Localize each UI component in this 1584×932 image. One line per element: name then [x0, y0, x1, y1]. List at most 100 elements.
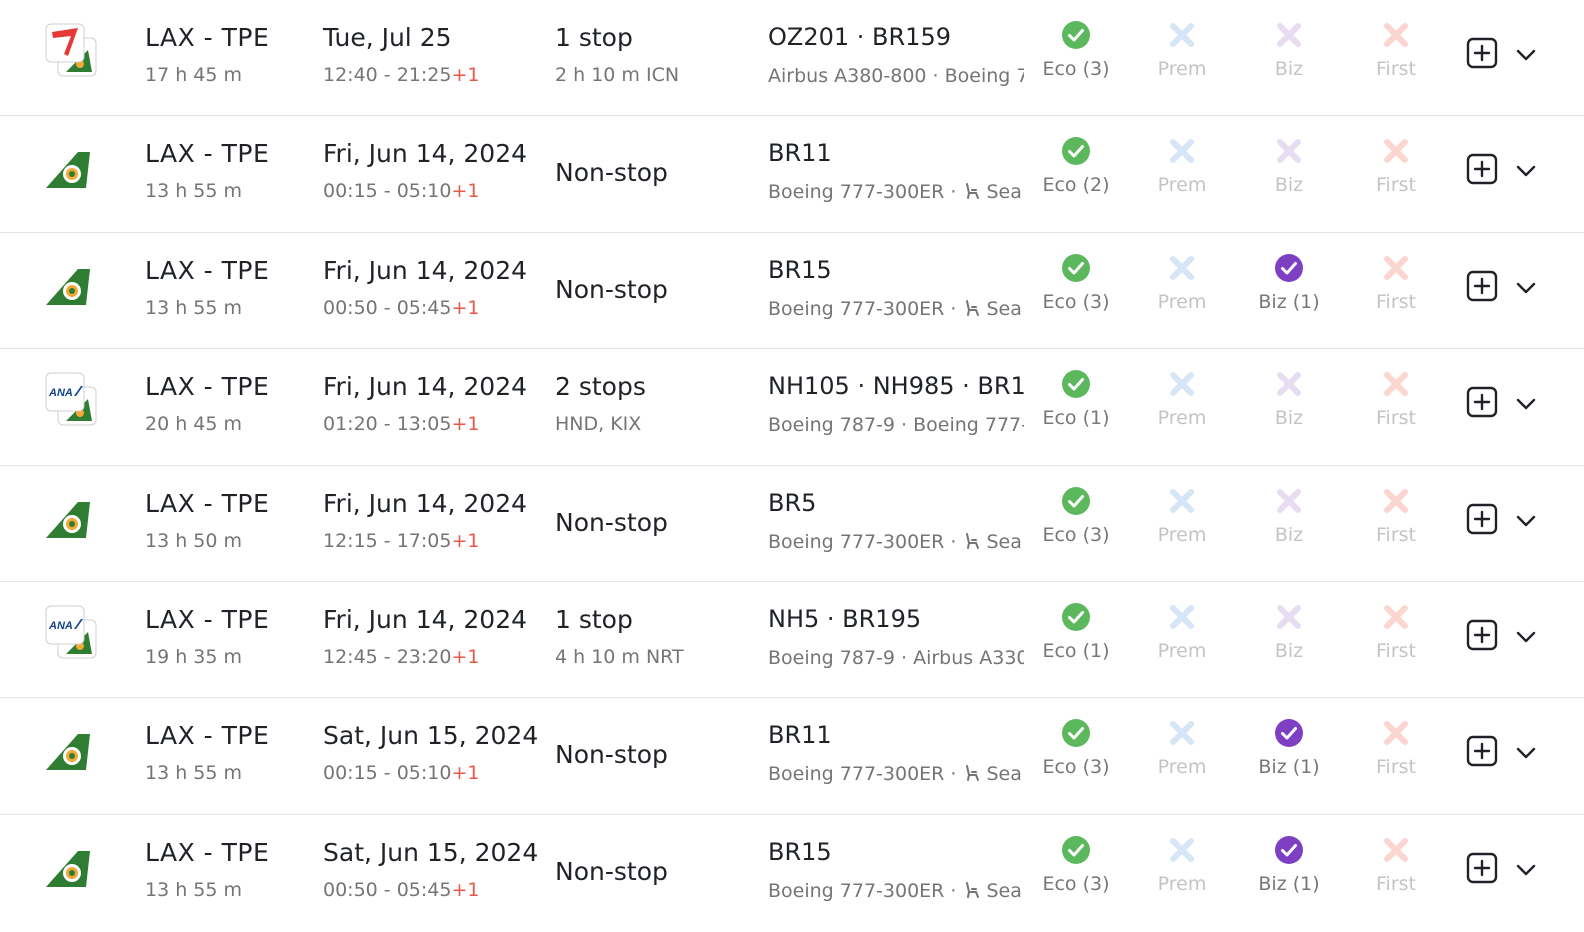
- expand-row-button[interactable]: [1514, 392, 1538, 416]
- cabin-first: First: [1348, 369, 1444, 449]
- departure-arrival-times: 00:50 - 05:45+1: [323, 879, 479, 901]
- plus-square-icon: [1466, 852, 1498, 883]
- airline-logo-eva: [44, 730, 102, 788]
- seat-text: Sea: [986, 297, 1022, 320]
- airline-logo-ana-eva: ANA: [44, 371, 102, 429]
- expand-row-button[interactable]: [1514, 43, 1538, 67]
- add-flight-button[interactable]: [1466, 37, 1498, 69]
- add-flight-button[interactable]: [1466, 270, 1498, 302]
- x-icon: [1170, 139, 1194, 164]
- cabin-label: Biz (1): [1258, 290, 1320, 313]
- aircraft-types: Boeing 777-300ER · Sea: [768, 880, 1022, 902]
- cabin-first: First: [1348, 486, 1444, 566]
- chevron-down-icon: [1516, 49, 1536, 61]
- plus-square-icon: [1466, 386, 1498, 418]
- check-circle-icon: [1062, 719, 1090, 748]
- flight-row[interactable]: LAX - TPE 13 h 55 m Fri, Jun 14, 2024 00…: [0, 233, 1584, 350]
- departure-date: Tue, Jul 25: [323, 23, 452, 52]
- x-icon: [1170, 488, 1194, 513]
- cabin-first: First: [1348, 136, 1444, 216]
- add-flight-button[interactable]: [1466, 153, 1498, 185]
- check-circle-icon: [1062, 835, 1090, 864]
- aircraft-types: Boeing 777-300ER · Sea: [768, 181, 1022, 203]
- cabin-economy[interactable]: Eco (3): [1028, 486, 1124, 566]
- departure-arrival-times: 00:15 - 05:10+1: [323, 180, 479, 202]
- airline-logo-ana-eva: ANA: [44, 604, 102, 662]
- add-flight-button[interactable]: [1466, 619, 1498, 651]
- airline-logo-eva: [44, 148, 102, 206]
- flight-numbers: NH5 · BR195: [768, 604, 922, 633]
- cabin-label: Prem: [1157, 523, 1207, 546]
- expand-row-button[interactable]: [1514, 858, 1538, 882]
- expand-row-button[interactable]: [1514, 625, 1538, 649]
- aircraft-types: Boeing 777-300ER · Sea: [768, 298, 1022, 320]
- cabin-business[interactable]: Biz (1): [1241, 253, 1337, 333]
- flight-row[interactable]: LAX - TPE 13 h 55 m Sat, Jun 15, 2024 00…: [0, 698, 1584, 815]
- total-duration: 13 h 55 m: [145, 878, 243, 901]
- flight-numbers: BR15: [768, 837, 832, 866]
- stops-count: Non-stop: [555, 856, 668, 886]
- chevron-down-icon: [1516, 282, 1536, 293]
- cabin-economy[interactable]: Eco (2): [1028, 136, 1124, 216]
- expand-row-button[interactable]: [1514, 509, 1538, 533]
- flight-row[interactable]: ANA LAX - TPE 19 h 35 m Fri, Jun 14, 202…: [0, 582, 1584, 699]
- add-flight-button[interactable]: [1466, 503, 1498, 535]
- flight-row[interactable]: ANA LAX - TPE 20 h 45 m Fri, Jun 14, 202…: [0, 349, 1584, 466]
- total-duration: 19 h 35 m: [145, 645, 243, 668]
- cabin-label: First: [1376, 639, 1416, 662]
- cabin-label: Eco (3): [1042, 756, 1110, 779]
- expand-row-button[interactable]: [1514, 741, 1538, 765]
- cabin-economy[interactable]: Eco (3): [1028, 253, 1124, 333]
- plus-day-badge: +1: [451, 180, 480, 203]
- expand-row-button[interactable]: [1514, 276, 1538, 300]
- time-range: 12:40 - 21:25: [323, 64, 452, 86]
- cabin-label: First: [1376, 58, 1416, 80]
- seat-icon: [965, 532, 979, 549]
- x-icon: [1384, 23, 1408, 47]
- airline-logo-eva: [44, 498, 102, 556]
- add-flight-button[interactable]: [1466, 735, 1498, 767]
- cabin-economy[interactable]: Eco (3): [1028, 718, 1124, 798]
- cabin-premium: Prem: [1134, 253, 1230, 333]
- flight-details: BR5 Boeing 777-300ER · Sea: [768, 484, 1024, 564]
- expand-row-button[interactable]: [1514, 159, 1538, 183]
- route: LAX - TPE: [145, 255, 270, 285]
- flight-row[interactable]: LAX - TPE 17 h 45 m Tue, Jul 25 12:40 - …: [0, 0, 1584, 117]
- cabin-economy[interactable]: Eco (3): [1028, 835, 1124, 915]
- flight-numbers: BR11: [768, 139, 832, 168]
- cabin-economy[interactable]: Eco (3): [1028, 20, 1124, 100]
- cabin-label: Biz: [1274, 523, 1304, 546]
- aircraft-type: Boeing 777-300ER ·: [768, 879, 957, 902]
- cabin-economy[interactable]: Eco (1): [1028, 602, 1124, 682]
- cabin-business[interactable]: Biz (1): [1241, 835, 1337, 915]
- departure-date: Fri, Jun 14, 2024: [323, 372, 528, 402]
- cabin-label: Prem: [1157, 639, 1207, 662]
- cabin-business[interactable]: Biz (1): [1241, 718, 1337, 798]
- time-range: 00:50 - 05:45: [323, 878, 452, 901]
- stops-count: Non-stop: [555, 507, 668, 537]
- plus-day-badge: +1: [451, 762, 480, 785]
- plus-day-badge: +1: [451, 413, 480, 436]
- flight-details: BR15 Boeing 777-300ER · Sea: [768, 251, 1024, 331]
- cabin-label: Biz (1): [1258, 756, 1320, 779]
- seat-text: Sea: [986, 181, 1022, 204]
- x-icon: [1170, 837, 1194, 862]
- check-circle-icon: [1062, 486, 1090, 515]
- x-icon: [1277, 488, 1301, 513]
- flight-row[interactable]: LAX - TPE 13 h 55 m Sat, Jun 15, 2024 00…: [0, 815, 1584, 931]
- cabin-first: First: [1348, 602, 1444, 682]
- add-flight-button[interactable]: [1466, 852, 1498, 884]
- cabin-label: Eco (3): [1042, 523, 1110, 546]
- total-duration: 20 h 45 m: [145, 413, 243, 436]
- x-icon: [1170, 372, 1194, 397]
- cabin-economy[interactable]: Eco (1): [1028, 369, 1124, 449]
- flight-row[interactable]: LAX - TPE 13 h 55 m Fri, Jun 14, 2024 00…: [0, 116, 1584, 233]
- aircraft-types: Boeing 787-9 · Boeing 777-300ER: [768, 414, 1024, 437]
- route: LAX - TPE: [145, 488, 270, 518]
- flight-row[interactable]: LAX - TPE 13 h 50 m Fri, Jun 14, 2024 12…: [0, 466, 1584, 582]
- add-flight-button[interactable]: [1466, 386, 1498, 418]
- flight-details: OZ201 · BR159 Airbus A380-800 · Boeing 7…: [768, 18, 1024, 98]
- seat-icon: [965, 881, 979, 898]
- departure-date: Fri, Jun 14, 2024: [323, 488, 528, 518]
- aircraft-types: Boeing 777-300ER · Sea: [768, 763, 1022, 785]
